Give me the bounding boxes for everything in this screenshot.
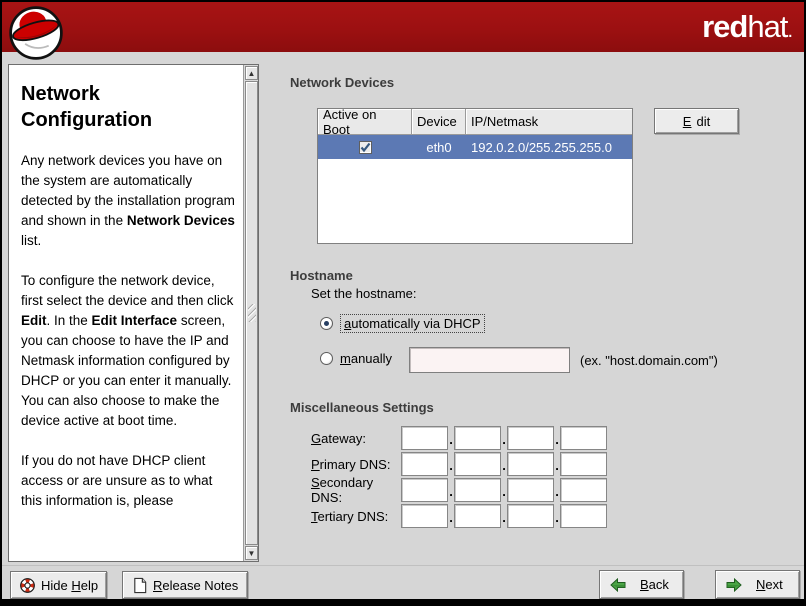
help-scrollbar[interactable]: ▲ ▼ bbox=[243, 65, 258, 561]
footer-divider bbox=[2, 565, 804, 566]
back-button[interactable]: Back bbox=[599, 570, 684, 599]
auto-dhcp-label[interactable]: automatically via DHCP bbox=[340, 314, 485, 333]
help-paragraph: Any network devices you have on the syst… bbox=[21, 151, 235, 251]
next-button[interactable]: Next bbox=[715, 570, 800, 599]
edit-button[interactable]: Edit bbox=[654, 108, 739, 134]
network-devices-table: Active on Boot Device IP/Netmask eth0 19… bbox=[317, 108, 633, 244]
primary-dns-octet-3[interactable] bbox=[507, 452, 554, 476]
back-label: Back bbox=[640, 577, 669, 592]
primary-dns-octet-1[interactable] bbox=[401, 452, 448, 476]
release-notes-button[interactable]: Release Notes bbox=[122, 571, 248, 599]
gateway-octet-2[interactable] bbox=[454, 426, 501, 450]
release-notes-label: Release Notes bbox=[153, 578, 238, 593]
tertiary-dns-octets: ... bbox=[401, 504, 607, 528]
network-devices-section-label: Network Devices bbox=[290, 75, 394, 90]
header-band: redhat. bbox=[2, 2, 804, 52]
ip-netmask-cell: 192.0.2.0/255.255.255.0 bbox=[466, 140, 632, 155]
tertiary-dns-octet-3[interactable] bbox=[507, 504, 554, 528]
bottom-black-bar bbox=[2, 599, 804, 604]
primary-dns-label: Primary DNS: bbox=[311, 457, 401, 472]
hostname-input[interactable] bbox=[409, 347, 570, 373]
scrollbar-thumb[interactable] bbox=[245, 81, 258, 545]
hostname-auto-option[interactable]: automatically via DHCP bbox=[320, 314, 485, 333]
gateway-octet-1[interactable] bbox=[401, 426, 448, 450]
gateway-octets: ... bbox=[401, 426, 607, 450]
hide-help-label: Hide Help bbox=[41, 578, 98, 593]
tertiary-dns-row: Tertiary DNS: bbox=[311, 504, 401, 528]
tertiary-dns-octet-1[interactable] bbox=[401, 504, 448, 528]
secondary-dns-octet-3[interactable] bbox=[507, 478, 554, 502]
scroll-up-icon[interactable]: ▲ bbox=[245, 66, 258, 80]
back-arrow-icon bbox=[610, 578, 626, 592]
radio-selected-icon[interactable] bbox=[320, 317, 333, 330]
secondary-dns-label: Secondary DNS: bbox=[311, 475, 401, 505]
tertiary-dns-octet-2[interactable] bbox=[454, 504, 501, 528]
gateway-row: Gateway: bbox=[311, 426, 401, 450]
scroll-down-icon[interactable]: ▼ bbox=[245, 546, 258, 560]
secondary-dns-octet-2[interactable] bbox=[454, 478, 501, 502]
primary-dns-octet-2[interactable] bbox=[454, 452, 501, 476]
help-paragraph: To configure the network device, first s… bbox=[21, 271, 235, 431]
hostname-manual-option[interactable]: manually bbox=[320, 351, 392, 366]
radio-unselected-icon[interactable] bbox=[320, 352, 333, 365]
redhat-wordmark: redhat. bbox=[702, 9, 792, 45]
misc-settings-section-label: Miscellaneous Settings bbox=[290, 400, 434, 415]
table-header-row: Active on Boot Device IP/Netmask bbox=[318, 109, 632, 135]
primary-dns-octet-4[interactable] bbox=[560, 452, 607, 476]
help-panel: Network Configuration Any network device… bbox=[8, 64, 259, 562]
help-paragraph: If you do not have DHCP client access or… bbox=[21, 451, 235, 511]
secondary-dns-octet-1[interactable] bbox=[401, 478, 448, 502]
table-row[interactable]: eth0 192.0.2.0/255.255.255.0 bbox=[318, 135, 632, 159]
column-header-active-on-boot[interactable]: Active on Boot bbox=[318, 109, 412, 135]
primary-dns-octets: ... bbox=[401, 452, 607, 476]
primary-dns-row: Primary DNS: bbox=[311, 452, 401, 476]
hide-help-button[interactable]: Hide Help bbox=[10, 571, 107, 599]
next-arrow-icon bbox=[726, 578, 742, 592]
gateway-label: Gateway: bbox=[311, 431, 401, 446]
manually-label[interactable]: manually bbox=[340, 351, 392, 366]
column-header-device[interactable]: Device bbox=[412, 109, 466, 135]
tertiary-dns-label: Tertiary DNS: bbox=[311, 509, 401, 524]
help-title: Network Configuration bbox=[21, 81, 235, 133]
life-ring-icon bbox=[19, 577, 36, 594]
secondary-dns-octet-4[interactable] bbox=[560, 478, 607, 502]
secondary-dns-octets: ... bbox=[401, 478, 607, 502]
hostname-hint: (ex. "host.domain.com") bbox=[580, 353, 718, 368]
checkbox-checked-icon bbox=[360, 142, 371, 153]
gateway-octet-3[interactable] bbox=[507, 426, 554, 450]
secondary-dns-row: Secondary DNS: bbox=[311, 478, 401, 502]
hostname-section-label: Hostname bbox=[290, 268, 353, 283]
device-cell: eth0 bbox=[412, 140, 466, 155]
tertiary-dns-octet-4[interactable] bbox=[560, 504, 607, 528]
next-label: Next bbox=[756, 577, 783, 592]
installer-window: redhat. Network Configuration Any networ… bbox=[0, 0, 806, 606]
document-icon bbox=[132, 577, 148, 594]
set-hostname-prompt: Set the hostname: bbox=[311, 286, 417, 301]
column-header-ip-netmask[interactable]: IP/Netmask bbox=[466, 109, 632, 135]
help-content: Network Configuration Any network device… bbox=[9, 65, 243, 561]
gateway-octet-4[interactable] bbox=[560, 426, 607, 450]
redhat-shadowman-logo bbox=[7, 4, 65, 62]
active-on-boot-checkbox[interactable] bbox=[359, 141, 372, 154]
